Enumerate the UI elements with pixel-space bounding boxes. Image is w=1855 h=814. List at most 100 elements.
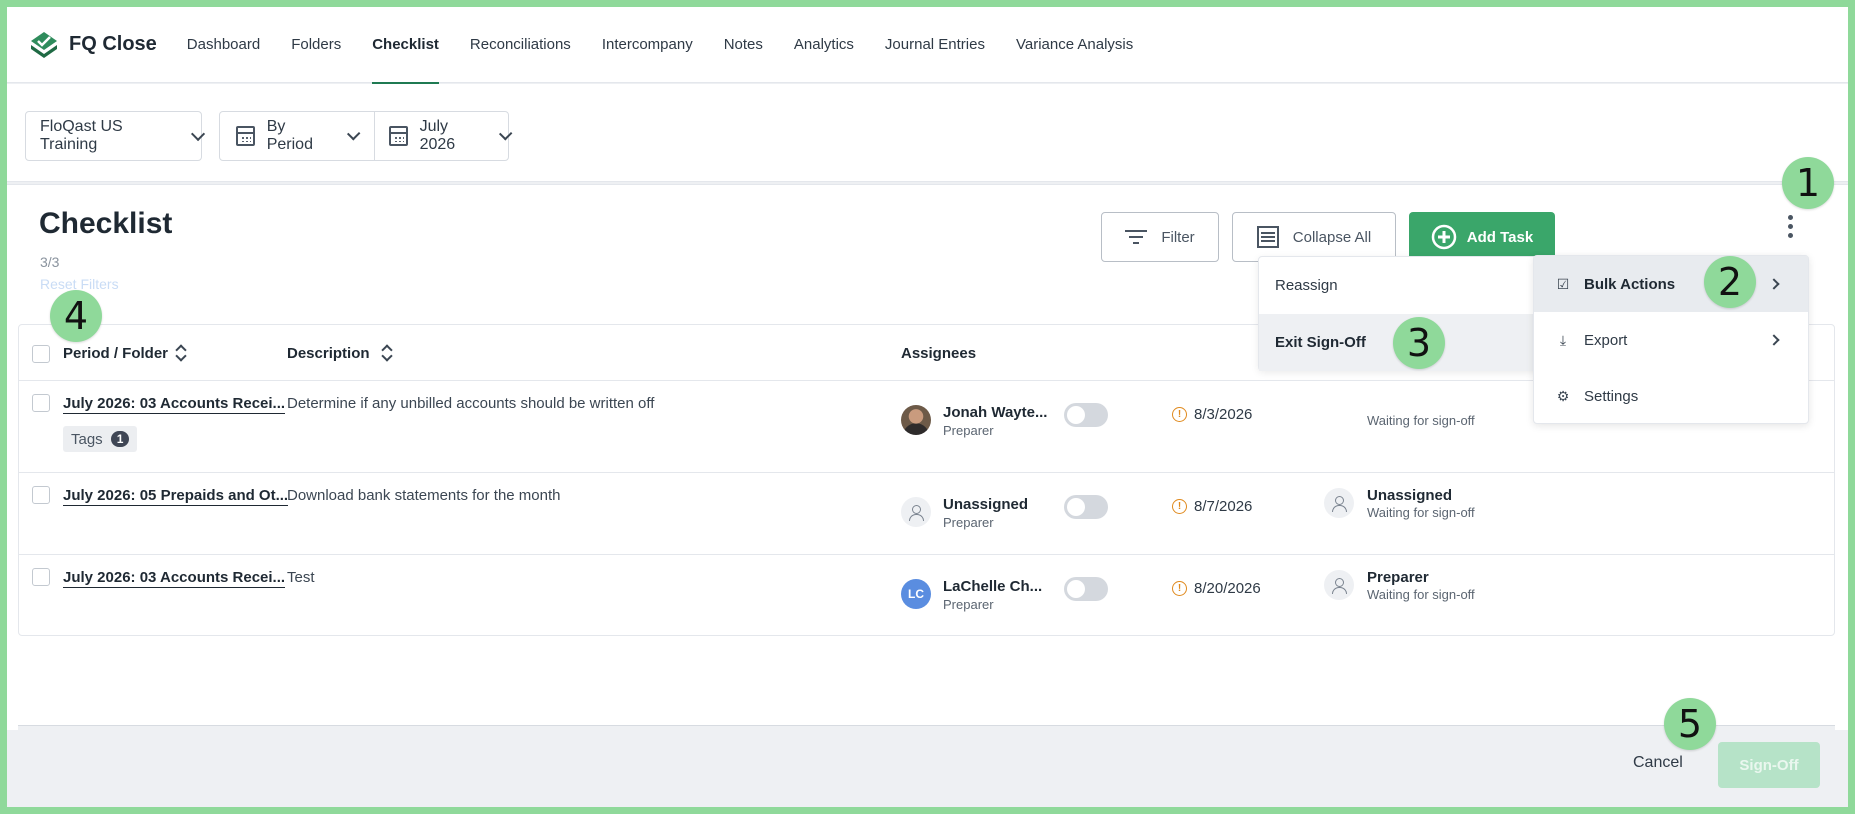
task-description[interactable]: Determine if any unbilled accounts shoul… — [287, 395, 654, 412]
view-select[interactable]: By Period — [267, 118, 331, 154]
reviewer-status: Waiting for sign-off — [1367, 587, 1475, 602]
reviewer-name[interactable]: Unassigned — [1367, 487, 1452, 504]
filter-button[interactable]: Filter — [1101, 212, 1219, 262]
checklist-icon: ☑ — [1556, 275, 1570, 292]
chevron-down-icon[interactable] — [346, 127, 361, 141]
nav-checklist[interactable]: Checklist — [372, 7, 439, 84]
status-toggle[interactable] — [1064, 403, 1108, 427]
assignee-name[interactable]: Jonah Wayte... — [943, 404, 1047, 421]
chevron-down-icon[interactable] — [498, 127, 513, 141]
task-description[interactable]: Download bank statements for the month — [287, 487, 561, 504]
menu-item-label: Bulk Actions — [1584, 275, 1676, 293]
nav-folders[interactable]: Folders — [291, 7, 341, 83]
task-count: 3/3 — [40, 254, 60, 270]
callout-marker-2: 2 — [1704, 256, 1756, 308]
menu-item-bulk-actions[interactable]: ☑ Bulk Actions — [1534, 256, 1808, 312]
nav-intercompany[interactable]: Intercompany — [602, 7, 693, 83]
callout-marker-3: 3 — [1393, 317, 1445, 369]
entity-select[interactable]: FloQast US Training — [25, 111, 206, 161]
menu-item-label: Settings — [1584, 387, 1639, 405]
nav-variance-analysis[interactable]: Variance Analysis — [1016, 7, 1133, 83]
table-row[interactable]: July 2026: 03 Accounts Recei... Test LC … — [19, 555, 1834, 637]
menu-item-settings[interactable]: ⚙ Settings — [1534, 368, 1808, 424]
collapse-all-label: Collapse All — [1292, 228, 1372, 246]
nav-reconciliations[interactable]: Reconciliations — [470, 7, 571, 83]
cancel-button[interactable]: Cancel — [1633, 754, 1683, 772]
list-icon — [1256, 226, 1279, 248]
page-title: Checklist — [39, 207, 173, 240]
menu-item-reassign[interactable]: Reassign — [1259, 257, 1547, 314]
callout-marker-1: 1 — [1782, 157, 1834, 209]
tags-count-badge: 1 — [110, 431, 130, 447]
signoff-footer: Cancel Sign-Off — [18, 725, 1835, 803]
sort-icon[interactable] — [381, 343, 393, 363]
nav-analytics[interactable]: Analytics — [794, 7, 854, 83]
row-checkbox[interactable] — [32, 486, 50, 504]
header-assignees: Assignees — [901, 345, 977, 362]
row-checkbox[interactable] — [32, 568, 50, 586]
sort-icon[interactable] — [175, 343, 187, 363]
due-date: ! 8/3/2026 — [1172, 406, 1252, 423]
warning-icon: ! — [1172, 499, 1187, 514]
filter-icon — [1125, 230, 1148, 244]
top-nav: FQ Close Dashboard Folders Checklist Rec… — [7, 7, 1848, 84]
due-date-value: 8/7/2026 — [1194, 498, 1253, 515]
add-task-label: Add Task — [1466, 228, 1534, 246]
more-options-menu: ☑ Bulk Actions ⤓ Export ⚙ Settings — [1533, 255, 1809, 424]
reviewer-avatar — [1324, 570, 1354, 600]
nav-notes[interactable]: Notes — [724, 7, 763, 83]
menu-item-export[interactable]: ⤓ Export — [1534, 312, 1808, 368]
floqast-logo-icon — [29, 30, 59, 60]
entity-value: FloQast US Training — [40, 118, 123, 153]
collapse-all-button[interactable]: Collapse All — [1232, 212, 1396, 262]
folder-link[interactable]: July 2026: 03 Accounts Recei... — [63, 569, 286, 588]
header-period-folder[interactable]: Period / Folder — [63, 345, 168, 362]
task-description[interactable]: Test — [287, 569, 315, 586]
nav-journal-entries[interactable]: Journal Entries — [885, 7, 985, 83]
callout-marker-5: 5 — [1664, 698, 1716, 750]
filter-bar: FloQast US Training By Period July 2026 — [7, 84, 1848, 182]
add-task-button[interactable]: Add Task — [1409, 212, 1555, 262]
more-options-icon[interactable] — [1785, 215, 1795, 241]
avatar — [901, 405, 931, 435]
period-filter-group: By Period July 2026 — [219, 111, 513, 161]
status-toggle[interactable] — [1064, 577, 1108, 601]
folder-link[interactable]: July 2026: 05 Prepaids and Ot... — [63, 487, 289, 506]
filter-label: Filter — [1161, 228, 1195, 246]
reviewer-status: Waiting for sign-off — [1367, 413, 1475, 428]
reviewer-avatar — [1324, 488, 1354, 518]
nav-dashboard[interactable]: Dashboard — [187, 7, 260, 83]
tags-label: Tags — [71, 430, 103, 448]
app-window: FQ Close Dashboard Folders Checklist Rec… — [7, 7, 1848, 807]
select-all-checkbox[interactable] — [32, 345, 50, 363]
menu-item-label: Export — [1584, 331, 1628, 349]
period-select[interactable]: July 2026 — [420, 118, 483, 154]
chevron-down-icon — [191, 126, 206, 141]
assignee-role: Preparer — [943, 597, 994, 612]
status-toggle[interactable] — [1064, 495, 1108, 519]
assignee-role: Preparer — [943, 423, 994, 438]
chevron-right-icon — [1768, 278, 1780, 290]
app-name: FQ Close — [69, 33, 157, 55]
tags-chip[interactable]: Tags 1 — [63, 426, 138, 452]
due-date: ! 8/7/2026 — [1172, 498, 1252, 515]
folder-link[interactable]: July 2026: 03 Accounts Recei... — [63, 395, 286, 414]
reviewer-name[interactable]: Preparer — [1367, 569, 1429, 586]
avatar — [901, 497, 931, 527]
header-description[interactable]: Description — [287, 345, 370, 362]
logo[interactable]: FQ Close — [29, 30, 157, 60]
chevron-right-icon — [1768, 334, 1780, 346]
gear-icon: ⚙ — [1556, 387, 1570, 404]
avatar: LC — [901, 579, 931, 609]
assignee-name[interactable]: Unassigned — [943, 496, 1028, 513]
warning-icon: ! — [1172, 581, 1187, 596]
row-checkbox[interactable] — [32, 394, 50, 412]
table-row[interactable]: July 2026: 05 Prepaids and Ot... Downloa… — [19, 473, 1834, 555]
plus-circle-icon — [1431, 224, 1457, 250]
due-date-value: 8/20/2026 — [1194, 580, 1261, 597]
signoff-button[interactable]: Sign-Off — [1718, 742, 1820, 788]
warning-icon: ! — [1172, 407, 1187, 422]
assignee-role: Preparer — [943, 515, 994, 530]
assignee-name[interactable]: LaChelle Ch... — [943, 578, 1042, 595]
download-icon: ⤓ — [1559, 331, 1567, 348]
